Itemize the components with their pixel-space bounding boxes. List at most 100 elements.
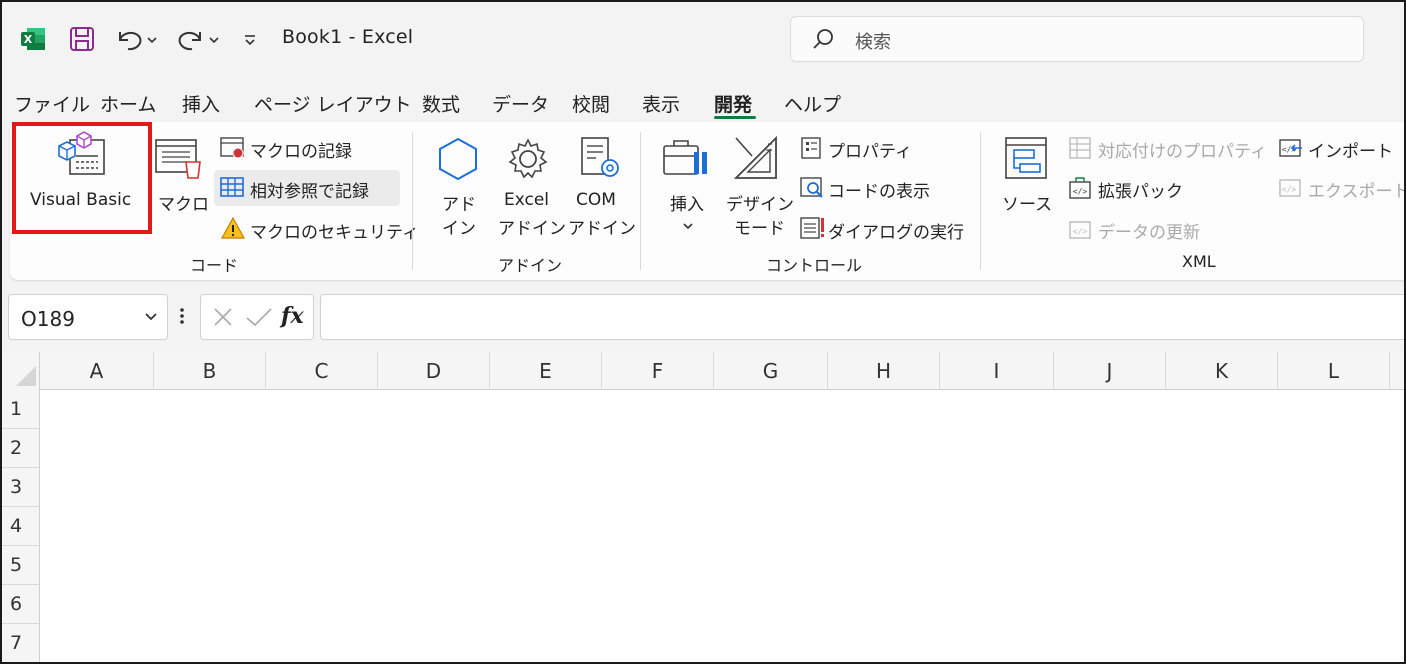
redo-icon[interactable] [174,26,222,52]
com-addins-label-2[interactable]: アドイン [568,214,636,239]
insert-control-icon [662,138,710,186]
excel-addins-label-2[interactable]: アドイン [498,214,566,239]
com-addins-label-1[interactable]: COM [576,190,616,210]
tab-developer[interactable]: 開発 [714,90,752,117]
design-mode-label-2[interactable]: モード [734,214,785,239]
save-icon[interactable] [68,26,96,52]
group-label-code: コード [190,256,239,275]
formula-input[interactable] [320,294,1404,340]
insert-dropdown-chevron-icon[interactable] [682,216,694,235]
search-icon [811,27,835,55]
undo-icon[interactable] [114,26,158,52]
column-header[interactable]: D [378,352,490,390]
com-addins-icon [576,134,624,186]
enter-check-icon[interactable] [245,305,273,333]
row-headers: 1 2 3 4 5 6 7 [2,390,40,662]
import-label[interactable]: インポート [1308,137,1393,162]
column-header[interactable]: G [714,352,828,390]
chevron-down-icon[interactable] [143,309,159,328]
formula-bar: O189 fx [2,286,1404,346]
run-dialog-icon [800,216,826,244]
name-box-value: O189 [21,307,75,331]
ribbon-tabs: ファイル ホーム 挿入 ページ レイアウト 数式 データ 校閲 表示 開発 ヘル… [2,86,1404,122]
customize-qat-icon[interactable] [240,26,260,52]
column-header[interactable]: H [828,352,940,390]
group-separator [412,132,413,270]
window-title: Book1 - Excel [282,26,414,48]
column-header[interactable]: J [1054,352,1166,390]
excel-window: X Book1 - Excel 検索 ファイル ホーム 挿入 ページ レイアウト… [0,0,1406,664]
addins-label-2[interactable]: イン [442,214,476,239]
search-input[interactable]: 検索 [790,16,1364,62]
svg-text:</>: </> [1073,187,1088,196]
row-header[interactable]: 4 [2,507,40,546]
view-code-icon [800,176,826,204]
refresh-data-label: データの更新 [1098,223,1200,243]
column-header[interactable]: E [490,352,602,390]
svg-text:</>: </> [1073,227,1088,236]
tab-data[interactable]: データ [492,90,549,117]
record-macro-label[interactable]: マクロの記録 [250,137,352,162]
addins-label-1[interactable]: アド [442,190,476,215]
group-label-addins: アドイン [498,256,563,275]
import-icon: </> [1278,136,1304,164]
name-box[interactable]: O189 [8,294,168,340]
excel-addins-gear-icon [504,136,552,186]
row-header[interactable]: 1 [2,390,40,429]
row-header[interactable]: 3 [2,468,40,507]
excel-addins-label-1[interactable]: Excel [504,190,549,210]
expansion-packs-label[interactable]: 拡張パック [1098,177,1183,202]
tab-file[interactable]: ファイル [14,90,90,117]
tab-review[interactable]: 校閲 [572,90,610,117]
column-header[interactable]: C [266,352,378,390]
design-mode-icon [732,134,780,186]
column-header[interactable]: K [1166,352,1278,390]
macros-label[interactable]: マクロ [158,190,209,215]
column-header[interactable]: F [602,352,714,390]
design-mode-label-1[interactable]: デザイン [726,190,794,215]
relative-reference-icon [220,176,246,204]
tab-insert[interactable]: 挿入 [182,90,220,117]
export-label: エクスポート [1308,182,1406,202]
xml-source-label[interactable]: ソース [1002,190,1052,215]
tab-formulas[interactable]: 数式 [422,90,460,117]
column-header[interactable]: B [154,352,266,390]
row-header[interactable]: 2 [2,429,40,468]
tab-help[interactable]: ヘルプ [784,90,841,117]
run-dialog-label[interactable]: ダイアログの実行 [828,218,964,243]
ribbon-developer: Visual Basic マクロ マクロの記録 相対参照で記録 マクロのセキュリ… [10,122,1406,280]
tab-page-layout[interactable]: ページ レイアウト [254,90,412,117]
formula-buttons: fx [200,294,314,340]
map-properties-label: 対応付けのプロパティ [1098,142,1267,162]
warning-icon [220,216,246,244]
tab-view[interactable]: 表示 [642,90,680,117]
column-headers: A B C D E F G H I J K L [2,352,1404,390]
row-header[interactable]: 6 [2,585,40,624]
refresh-data-icon: </> [1068,216,1094,244]
relative-reference-label: 相対参照で記録 [250,182,369,202]
column-header[interactable]: L [1278,352,1390,390]
group-label-xml: XML [1182,252,1216,271]
expansion-packs-icon: </> [1068,176,1094,204]
svg-text:</>: </> [1282,185,1297,194]
cancel-icon[interactable] [211,305,235,333]
worksheet-grid[interactable]: A B C D E F G H I J K L 1 2 3 4 5 6 7 [2,352,1404,662]
view-code-label[interactable]: コードの表示 [828,177,930,202]
more-options-icon[interactable] [178,304,186,332]
excel-logo-icon: X [20,26,46,52]
row-header[interactable]: 7 [2,624,40,662]
properties-icon [800,136,824,164]
column-header[interactable]: A [40,352,154,390]
tab-home[interactable]: ホーム [100,90,156,117]
insert-control-label[interactable]: 挿入 [670,190,704,215]
macro-security-label[interactable]: マクロのセキュリティ [250,218,419,243]
record-macro-icon [220,136,246,164]
row-header[interactable]: 5 [2,546,40,585]
column-header[interactable]: I [940,352,1054,390]
macros-icon [154,136,202,184]
insert-function-icon[interactable]: fx [281,303,304,329]
select-all-corner[interactable] [2,352,40,390]
group-label-controls: コントロール [766,256,863,275]
properties-label[interactable]: プロパティ [828,137,912,162]
search-placeholder: 検索 [855,32,891,53]
